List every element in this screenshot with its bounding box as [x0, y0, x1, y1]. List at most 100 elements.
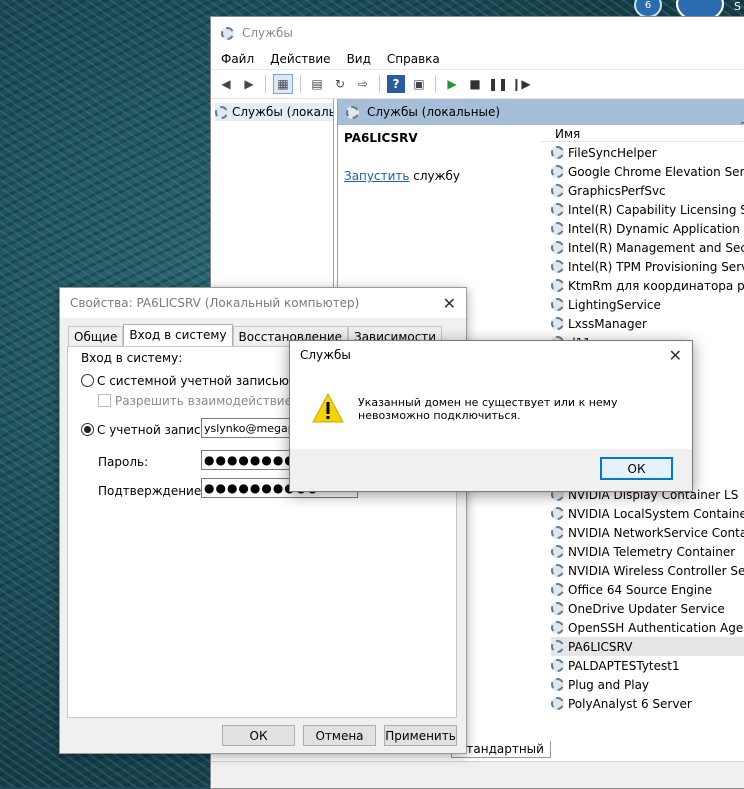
error-dialog-footer: ОК — [290, 449, 692, 491]
service-name: NVIDIA LocalSystem Container — [568, 506, 744, 521]
back-arrow-icon[interactable]: ◀ — [217, 75, 235, 93]
list-item[interactable]: GraphicsPerfSvc — [551, 181, 744, 200]
service-gear-icon — [551, 640, 564, 653]
restart-service-icon[interactable]: ❙▶ — [511, 75, 530, 93]
list-item[interactable]: Intel(R) TPM Provisioning Service — [551, 257, 744, 276]
apply-button[interactable]: Применить — [384, 725, 457, 746]
list-item[interactable]: Office 64 Source Engine — [551, 580, 744, 599]
error-ok-button[interactable]: ОК — [600, 457, 673, 480]
service-gear-icon — [551, 507, 564, 520]
service-name: NVIDIA Telemetry Container — [568, 544, 736, 559]
list-item[interactable]: Intel(R) Management and Securit — [551, 238, 744, 257]
tab-general[interactable]: Общие — [68, 326, 124, 347]
toolbar: ◀ ▶ ▦ ▤ ↻ ⇨ ? ▣ ▶ ■ ❚❚ ❙▶ — [211, 69, 744, 99]
service-name: FileSyncHelper — [568, 145, 657, 160]
service-name: OpenSSH Authentication Agent — [568, 620, 744, 635]
list-item[interactable]: LxssManager — [551, 314, 744, 333]
cancel-button[interactable]: Отмена — [303, 725, 376, 746]
confirm-label: Подтверждение: — [98, 484, 206, 498]
list-item[interactable]: Plug and Play — [551, 675, 744, 694]
toolbar-separator — [435, 75, 436, 93]
help-icon[interactable]: ? — [387, 75, 405, 93]
list-item[interactable]: OpenSSH Authentication Agent — [551, 618, 744, 637]
service-name: OneDrive Updater Service — [568, 601, 725, 616]
service-name: Google Chrome Elevation Service — [568, 164, 744, 179]
service-name: LightingService — [568, 297, 661, 312]
list-item[interactable]: NVIDIA LocalSystem Container — [551, 504, 744, 523]
password-label: Пароль: — [98, 455, 149, 469]
list-item[interactable]: Google Chrome Elevation Service — [551, 162, 744, 181]
properties-icon[interactable]: ▤ — [308, 75, 326, 93]
service-gear-icon — [551, 621, 564, 634]
service-name: LxssManager — [568, 316, 647, 331]
service-name: GraphicsPerfSvc — [568, 183, 666, 198]
service-name: Intel(R) TPM Provisioning Service — [568, 259, 744, 274]
radio-selected-icon — [81, 423, 94, 436]
list-item[interactable]: Intel(R) Capability Licensing Serv — [551, 200, 744, 219]
column-header-name[interactable]: Имя ⌃ — [541, 117, 744, 142]
menu-file[interactable]: Файл — [221, 52, 254, 66]
list-item[interactable]: NVIDIA Wireless Controller Servic — [551, 561, 744, 580]
service-name: PALDAPTESTytest1 — [568, 658, 680, 673]
properties-titlebar: Свойства: PA6LICSRV (Локальный компьютер… — [60, 288, 466, 318]
service-gear-icon — [551, 298, 564, 311]
error-dialog-title: Службы — [300, 348, 351, 362]
logon-as-label: Вход в систему: — [81, 351, 183, 365]
error-dialog-body: Указанный домен не существует или к нему… — [290, 369, 692, 449]
toolbar-separator — [265, 75, 266, 93]
menu-bar: Файл Действие Вид Справка — [211, 49, 744, 69]
tab-standard-label: Стандартный — [458, 742, 544, 756]
list-item[interactable]: PolyAnalyst 6 Server — [551, 694, 744, 713]
close-icon[interactable]: ✕ — [443, 294, 456, 313]
service-gear-icon — [551, 165, 564, 178]
service-gear-icon — [551, 678, 564, 691]
warning-icon — [312, 393, 344, 423]
service-name: NVIDIA NetworkService Containe — [568, 525, 744, 540]
console-icon[interactable]: ▣ — [410, 75, 428, 93]
sort-chevron-icon: ⌃ — [738, 121, 744, 132]
list-item[interactable]: LightingService — [551, 295, 744, 314]
service-gear-icon — [551, 317, 564, 330]
list-item[interactable]: NVIDIA Telemetry Container — [551, 542, 744, 561]
error-dialog: Службы ✕ Указанный домен не существует и… — [289, 340, 693, 492]
service-name: NVIDIA Wireless Controller Servic — [568, 563, 744, 578]
service-name: PolyAnalyst 6 Server — [568, 696, 692, 711]
services-gear-icon — [215, 105, 228, 119]
show-tree-icon[interactable]: ▦ — [273, 74, 293, 94]
refresh-icon[interactable]: ↻ — [331, 75, 349, 93]
pane-header-label: Службы (локальные) — [367, 105, 501, 119]
menu-view[interactable]: Вид — [347, 52, 371, 66]
ok-button[interactable]: ОК — [222, 725, 295, 746]
forward-arrow-icon[interactable]: ▶ — [240, 75, 258, 93]
system-account-radio[interactable]: С системной учетной записью — [81, 374, 289, 388]
list-item[interactable]: KtmRm для координатора расп — [551, 276, 744, 295]
close-icon[interactable]: ✕ — [669, 346, 682, 365]
service-name: Plug and Play — [568, 677, 650, 692]
stop-service-icon[interactable]: ■ — [466, 75, 484, 93]
start-service-icon[interactable]: ▶ — [443, 75, 461, 93]
top-right-overlay: 6 S — [600, 0, 744, 22]
list-item[interactable]: NVIDIA NetworkService Containe — [551, 523, 744, 542]
tab-logon[interactable]: Вход в систему — [123, 324, 233, 347]
service-gear-icon — [551, 602, 564, 615]
properties-title: Свойства: PA6LICSRV (Локальный компьютер… — [70, 296, 360, 310]
export-list-icon[interactable]: ⇨ — [354, 75, 372, 93]
list-item[interactable]: Intel(R) Dynamic Application Loa — [551, 219, 744, 238]
services-gear-icon — [346, 105, 359, 119]
list-item[interactable]: OneDrive Updater Service — [551, 599, 744, 618]
service-name: Office 64 Source Engine — [568, 582, 713, 597]
start-service-suffix: службу — [409, 169, 460, 183]
pause-service-icon[interactable]: ❚❚ — [488, 75, 508, 93]
tree-item-services-local[interactable]: Службы (локальные) — [215, 103, 333, 121]
start-service-link[interactable]: Запустить — [344, 169, 409, 183]
toolbar-separator — [300, 75, 301, 93]
menu-action[interactable]: Действие — [270, 52, 330, 66]
service-gear-icon — [551, 659, 564, 672]
service-name: KtmRm для координатора расп — [568, 278, 744, 293]
list-item[interactable]: PALDAPTESTytest1 — [551, 656, 744, 675]
badge-count: 6 — [644, 0, 652, 11]
menu-help[interactable]: Справка — [387, 52, 440, 66]
list-item[interactable]: FileSyncHelper — [551, 143, 744, 162]
service-gear-icon — [551, 583, 564, 596]
list-item[interactable]: PA6LICSRV — [551, 637, 744, 656]
